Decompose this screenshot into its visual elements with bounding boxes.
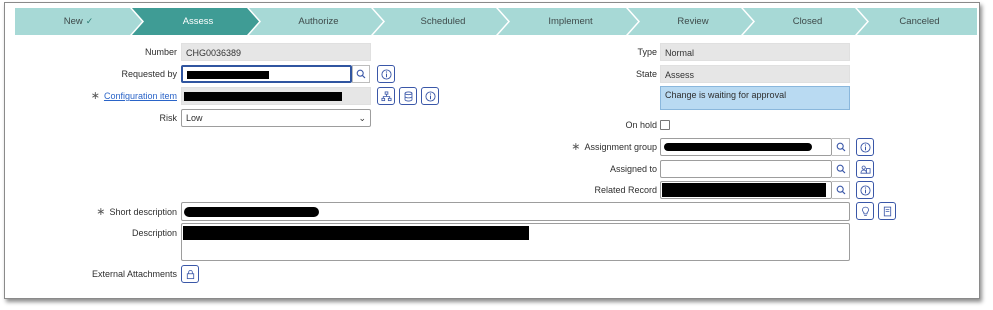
search-icon [356, 69, 366, 79]
assignment-group-label-text: Assignment group [584, 142, 657, 152]
configuration-item-link[interactable]: Configuration item [104, 91, 177, 101]
show-cmdb-button[interactable] [399, 87, 417, 105]
required-marker: ∗ [90, 90, 100, 102]
configuration-item-info-button[interactable] [421, 87, 439, 105]
type-field: Normal [660, 43, 850, 61]
lightbulb-icon [861, 206, 869, 216]
related-record-info-button[interactable] [856, 181, 874, 199]
short-description-label: ∗ Short description [65, 203, 177, 221]
description-textarea[interactable] [181, 223, 850, 261]
checkmark-icon: ✓ [85, 16, 94, 26]
short-description-input[interactable] [181, 202, 850, 221]
stage-assess[interactable]: Assess [137, 8, 259, 35]
stage-new[interactable]: New ✓ [15, 8, 142, 35]
related-record-label: Related Record [594, 185, 657, 195]
change-request-form: New ✓ Assess Authorize Scheduled Implemen… [4, 2, 980, 299]
book-icon [883, 206, 891, 216]
assignment-group-input[interactable] [660, 138, 832, 156]
approval-status-message: Change is waiting for approval [660, 86, 850, 110]
redacted-value [187, 71, 269, 79]
short-description-suggestion-button[interactable] [856, 202, 874, 220]
info-icon [859, 184, 871, 196]
assigned-to-label: Assigned to [609, 164, 657, 174]
redacted-value [184, 92, 342, 101]
short-description-templates-button[interactable] [878, 202, 896, 220]
requested-by-info-button[interactable] [377, 65, 395, 83]
risk-label: Risk [159, 113, 178, 123]
assignment-group-label: ∗ Assignment group [545, 138, 657, 156]
assigned-to-people-button[interactable] [856, 160, 874, 178]
description-label: Description [131, 228, 177, 238]
risk-selected-value: Low [186, 113, 203, 123]
on-hold-checkbox[interactable] [660, 120, 670, 130]
database-icon [404, 91, 412, 101]
stage-closed[interactable]: Closed [748, 8, 867, 35]
redacted-value [664, 143, 812, 151]
assignment-group-search-button[interactable] [832, 138, 850, 156]
show-dependency-map-button[interactable] [377, 87, 395, 105]
configuration-item-field [181, 87, 371, 105]
risk-select[interactable]: Low ⌄ [181, 109, 371, 127]
stage-new-label: New [63, 16, 83, 27]
number-label: Number [144, 47, 177, 57]
redacted-value [662, 183, 826, 197]
search-icon [836, 142, 845, 152]
assigned-to-input[interactable] [660, 160, 832, 178]
stage-scheduled[interactable]: Scheduled [378, 8, 508, 35]
people-icon [860, 165, 870, 174]
stage-review[interactable]: Review [633, 8, 753, 35]
redacted-value [184, 207, 319, 217]
required-marker: ∗ [96, 206, 106, 218]
info-icon [424, 90, 436, 102]
info-icon [380, 68, 392, 80]
state-label: State [635, 69, 657, 79]
required-marker: ∗ [571, 141, 581, 153]
stage-implement[interactable]: Implement [503, 8, 638, 35]
assigned-to-search-button[interactable] [832, 160, 850, 178]
on-hold-label: On hold [625, 120, 657, 130]
search-icon [836, 185, 845, 195]
related-record-search-button[interactable] [832, 181, 850, 199]
requested-by-label: Requested by [121, 69, 177, 79]
configuration-item-label: ∗ Configuration item [65, 87, 177, 105]
external-attachments-button[interactable] [181, 265, 199, 283]
number-field: CHG0036389 [181, 43, 371, 61]
requested-by-input[interactable] [181, 65, 352, 83]
stage-canceled[interactable]: Canceled [862, 8, 977, 35]
hierarchy-icon [381, 91, 391, 101]
stage-authorize[interactable]: Authorize [254, 8, 383, 35]
search-icon [836, 164, 845, 174]
short-description-label-text: Short description [109, 207, 177, 217]
process-flow: New ✓ Assess Authorize Scheduled Implemen… [15, 8, 977, 35]
external-attachments-label: External Attachments [91, 269, 177, 279]
type-label: Type [637, 47, 657, 57]
info-icon [859, 141, 871, 153]
chevron-down-icon: ⌄ [358, 113, 366, 123]
related-record-input[interactable] [660, 181, 832, 199]
state-field: Assess [660, 65, 850, 83]
lock-icon [186, 269, 194, 279]
assignment-group-info-button[interactable] [856, 138, 874, 156]
redacted-value [183, 226, 529, 240]
requested-by-search-button[interactable] [352, 65, 370, 83]
